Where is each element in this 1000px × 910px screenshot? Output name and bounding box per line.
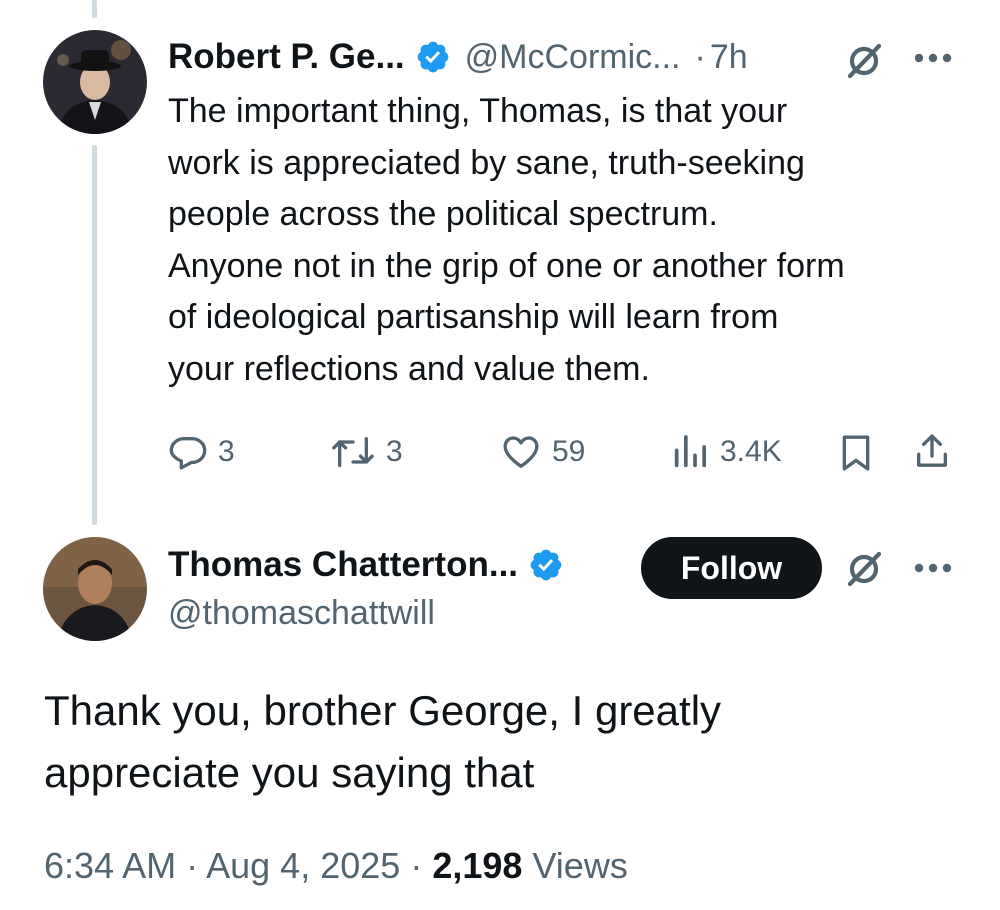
more-icon[interactable] [912,558,954,578]
post-time[interactable]: 6:34 AM [44,845,176,886]
text-line: Thank you, brother George, I greatly [44,687,722,734]
separator: · [186,845,199,886]
views-count: 3.4K [720,435,782,468]
reply-icon [169,437,207,470]
views-icon [674,435,706,468]
reply-button[interactable]: 3 [168,432,235,472]
like-count: 59 [552,435,586,468]
separator: · [410,845,423,886]
avatar-robert[interactable] [43,30,147,134]
views-button[interactable]: 3.4K [670,432,782,472]
repost-icon [332,437,374,467]
post-time[interactable]: 7h [710,38,748,77]
bookmark-icon[interactable] [836,432,876,474]
verified-badge-icon [528,547,564,583]
time-separator: · [694,37,706,76]
like-button[interactable]: 59 [500,432,585,472]
thread-line-bottom [92,145,97,525]
views-label: Views [532,845,628,886]
avatar-thomas[interactable] [43,537,147,641]
grok-icon[interactable] [843,548,885,590]
views-count: 2,198 [432,845,523,886]
text-line: people across the political spectrum. [168,195,718,233]
post-meta: 6:34 AM · Aug 4, 2025 · 2,198 Views [44,845,628,887]
text-line: appreciate you saying that [44,749,535,796]
verified-badge-icon [415,39,451,75]
author-name[interactable]: Robert P. Ge... [168,37,405,77]
text-line: of ideological partisanship will learn f… [168,298,779,336]
like-icon [503,436,539,468]
grok-icon[interactable] [843,40,885,82]
text-line: The important thing, Thomas, is that you… [168,92,788,130]
text-line: work is appreciated by sane, truth-seeki… [168,143,805,182]
parent-header: Robert P. Ge... @McCormic... · 7h [168,35,748,79]
share-icon[interactable] [912,430,952,472]
text-line: Anyone not in the grip of one or another… [168,246,845,285]
parent-tweet-text: The important thing, Thomas, is that you… [168,86,845,395]
repost-count: 3 [386,435,403,468]
reply-tweet-text: Thank you, brother George, I greatly app… [44,680,721,804]
reply-count: 3 [218,435,235,468]
repost-button[interactable]: 3 [330,432,403,472]
post-date[interactable]: Aug 4, 2025 [206,845,400,886]
author-handle[interactable]: @McCormic... [465,38,681,77]
reply-header: Thomas Chatterton... [168,543,564,587]
author-handle[interactable]: @thomaschattwill [168,594,435,633]
thread-line-top [92,0,97,18]
text-line: your reflections and value them. [168,349,650,388]
author-name[interactable]: Thomas Chatterton... [168,545,518,585]
follow-button[interactable]: Follow [641,537,822,599]
more-icon[interactable] [912,48,954,68]
